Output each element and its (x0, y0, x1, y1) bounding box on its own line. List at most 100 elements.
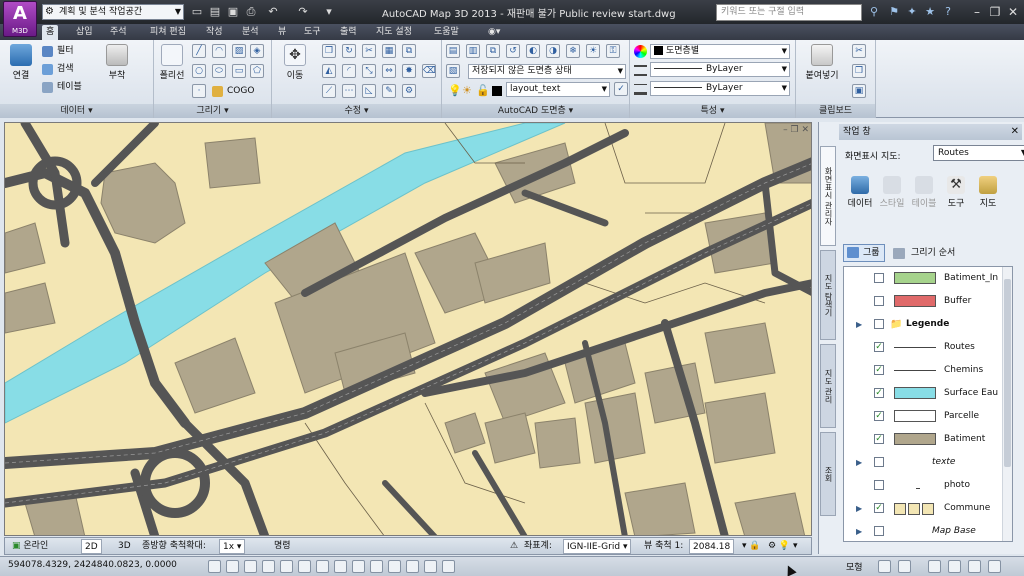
polyline-button[interactable]: 폴리선 (156, 44, 188, 81)
line-icon[interactable]: ╱ (192, 44, 206, 58)
data-panel-title[interactable]: 데이터 ▾ (0, 104, 153, 118)
lightbulb-icon[interactable]: 💡 (448, 84, 462, 97)
point-icon[interactable]: · (192, 84, 206, 98)
scale-icon[interactable]: ⤡ (362, 64, 376, 78)
undo-icon[interactable]: ↶ (266, 5, 280, 19)
grid-icon[interactable] (226, 560, 239, 573)
layer-list-scrollbar[interactable] (1002, 267, 1012, 541)
save-icon[interactable]: ▣ (226, 5, 240, 19)
vertical-exaggeration-select[interactable]: 1x ▾ (219, 539, 246, 554)
ortho-icon[interactable] (244, 560, 257, 573)
snap-icon[interactable] (208, 560, 221, 573)
layer-visibility-checkbox[interactable] (874, 273, 884, 283)
search-input[interactable]: 키워드 또는 구절 입력 (716, 4, 862, 21)
hardware-acceleration-icon[interactable] (948, 560, 961, 573)
stretch-icon[interactable]: ⇔ (382, 64, 396, 78)
make-current-icon[interactable]: ✓ (614, 82, 628, 96)
match-properties-icon[interactable]: ▣ (852, 84, 866, 98)
layer-row[interactable]: Batiment_In (844, 267, 1012, 290)
new-file-icon[interactable]: ▭ (190, 5, 204, 19)
layer-row[interactable]: Buffer (844, 290, 1012, 313)
layer-off-icon[interactable]: ☀ (586, 44, 600, 58)
draw-panel-title[interactable]: 그리기 ▾ (154, 104, 271, 118)
model-space-button[interactable]: 모형 (846, 560, 863, 573)
linetype-icon[interactable] (634, 65, 647, 76)
fillet-icon[interactable]: ◜ (342, 64, 356, 78)
layer-row[interactable]: ▶ Map Base (844, 520, 1012, 541)
layer-visibility-checkbox[interactable]: ✓ (874, 434, 884, 444)
status-tray-icons[interactable]: ⚙ 💡 ▾ (765, 539, 801, 554)
transparency-icon[interactable] (388, 560, 401, 573)
close-icon[interactable]: ✕ (1002, 3, 1024, 21)
layer-row[interactable]: ✓ Chemins (844, 359, 1012, 382)
close-icon[interactable]: ✕ (1011, 124, 1019, 140)
color-wheel-icon[interactable] (634, 45, 647, 58)
viewport-controls[interactable]: – ❐ ✕ (783, 125, 809, 135)
layer-visibility-checkbox[interactable]: ✓ (874, 365, 884, 375)
subscription-icon[interactable]: ⚑ (886, 4, 902, 20)
vtab-map-explorer[interactable]: 지도 탐색기 (820, 250, 836, 340)
break-icon[interactable]: ⋯ (342, 84, 356, 98)
favorites-star-icon[interactable]: ★ (922, 4, 938, 20)
cogo-button[interactable]: COGO (212, 84, 272, 99)
copy-icon[interactable]: ❐ (852, 64, 866, 78)
chamfer-icon[interactable]: ◺ (362, 84, 376, 98)
expand-icon[interactable]: ▶ (856, 313, 862, 336)
layer-previous-icon[interactable]: ↺ (506, 44, 520, 58)
communication-center-icon[interactable]: ✦ (904, 4, 920, 20)
help-icon[interactable]: ? (940, 4, 956, 20)
rectangle-icon[interactable]: ▭ (232, 64, 246, 78)
search-button[interactable]: 검색 (42, 62, 74, 77)
otrack-icon[interactable] (316, 560, 329, 573)
tab-annotate[interactable]: 주석 (106, 25, 131, 40)
layer-match-icon[interactable]: ⧉ (486, 44, 500, 58)
attach-button[interactable]: 부착 (100, 44, 134, 81)
vtab-display-manager[interactable]: 화면표시 관리자 (820, 146, 836, 246)
lineweight-icon[interactable] (634, 84, 647, 95)
tab-map-setup[interactable]: 지도 설정 (372, 25, 416, 40)
properties-icon[interactable]: ⚙ (402, 84, 416, 98)
task-pane-title[interactable]: 작업 창 ✕ (839, 124, 1022, 140)
copy-tool-icon[interactable]: ❐ (322, 44, 336, 58)
tab-create[interactable]: 작성 (202, 25, 227, 40)
properties-panel-title[interactable]: 특성 ▾ (630, 104, 795, 118)
layer-state-icon[interactable]: ▥ (466, 44, 480, 58)
layout-icon[interactable] (878, 560, 891, 573)
osnap-icon[interactable] (280, 560, 293, 573)
application-menu-button[interactable]: A M3D (3, 1, 37, 37)
quick-access-more-icon[interactable]: ▾ (322, 5, 336, 19)
layer-freeze-icon[interactable]: ❄ (566, 44, 580, 58)
sun-icon[interactable]: ☀ (462, 84, 472, 97)
map-button[interactable]: 지도 (973, 176, 1003, 209)
group-button[interactable]: 그룹 (843, 244, 885, 262)
table-view-button[interactable]: 테이블 (909, 176, 939, 209)
gradient-icon[interactable]: ◈ (250, 44, 264, 58)
clipboard-panel-title[interactable]: 클립보드 (796, 104, 875, 118)
lineweight-select[interactable]: ByLayer ▼ (650, 81, 790, 96)
layer-visibility-checkbox[interactable] (874, 457, 884, 467)
edit-icon[interactable]: ✎ (382, 84, 396, 98)
tab-tools[interactable]: 도구 (300, 25, 325, 40)
open-folder-icon[interactable]: ▤ (208, 5, 222, 19)
redo-icon[interactable]: ↷ (296, 5, 310, 19)
ellipse-icon[interactable]: ⬭ (212, 64, 226, 78)
layer-visibility-checkbox[interactable] (874, 480, 884, 490)
annotation-monitor-icon[interactable] (442, 560, 455, 573)
layer-panel-title[interactable]: AutoCAD 도면층 ▾ (442, 104, 629, 118)
tab-feature-edit[interactable]: 피쳐 편집 (146, 25, 190, 40)
scrollbar-thumb[interactable] (1004, 279, 1011, 467)
ribbon-toggle-icon[interactable]: ◉▾ (484, 25, 504, 40)
clean-screen-icon[interactable] (988, 560, 1001, 573)
warning-icon[interactable]: ⚠ (507, 539, 521, 554)
view-scale-input[interactable]: 2084.18 (689, 539, 735, 554)
layer-row[interactable]: ▶ ✓ Commune (844, 497, 1012, 520)
layer-isolate-icon[interactable]: ◐ (526, 44, 540, 58)
3d-osnap-icon[interactable] (298, 560, 311, 573)
vtab-map-book[interactable]: 지도 관리 (820, 344, 836, 428)
online-button[interactable]: ▣ 온라인 (9, 539, 51, 554)
current-layer-select[interactable]: layout_text ▼ (506, 82, 610, 97)
explode-icon[interactable]: ✸ (402, 64, 416, 78)
mode-2d-button[interactable]: 2D (81, 539, 102, 554)
layer-visibility-checkbox[interactable] (874, 319, 884, 329)
selection-cycling-icon[interactable] (424, 560, 437, 573)
